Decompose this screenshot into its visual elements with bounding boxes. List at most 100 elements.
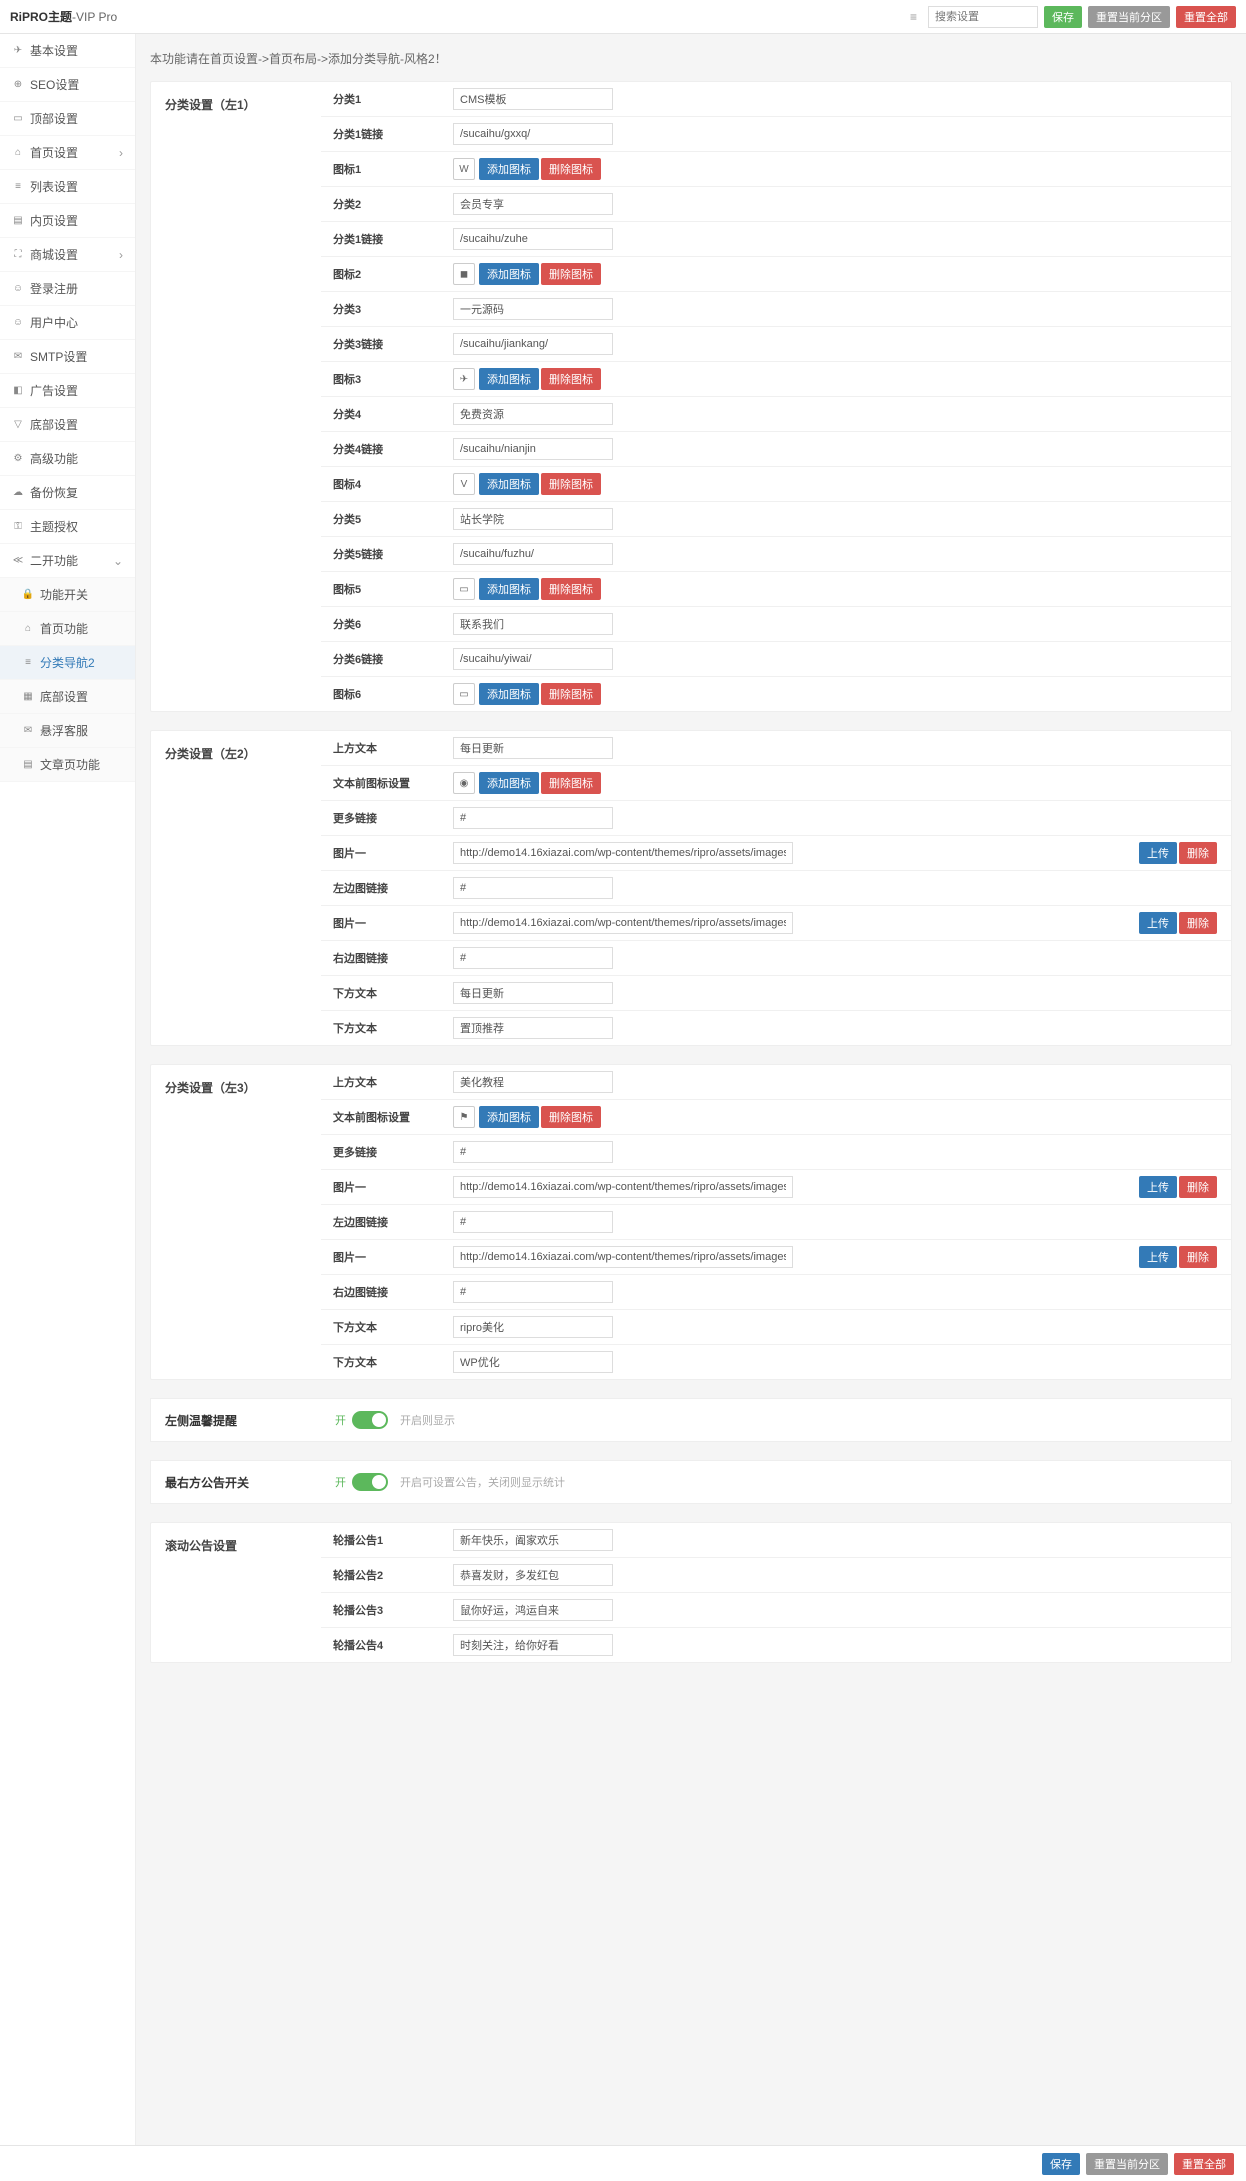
reset-section-button[interactable]: 重置当前分区 bbox=[1088, 6, 1170, 28]
upload-button[interactable]: 上传 bbox=[1139, 842, 1177, 864]
reset-all-button[interactable]: 重置全部 bbox=[1176, 6, 1236, 28]
sidebar-item[interactable]: ⚿主题授权 bbox=[0, 510, 135, 544]
save-button[interactable]: 保存 bbox=[1044, 6, 1082, 28]
text-input[interactable] bbox=[453, 543, 613, 565]
add-icon-button[interactable]: 添加图标 bbox=[479, 683, 539, 705]
add-icon-button[interactable]: 添加图标 bbox=[479, 473, 539, 495]
form-row: 左边图链接 bbox=[321, 1204, 1231, 1239]
mail-icon: ✉ bbox=[12, 351, 24, 363]
text-input[interactable] bbox=[453, 333, 613, 355]
image-url-input[interactable] bbox=[453, 842, 793, 864]
text-input[interactable] bbox=[453, 807, 613, 829]
sidebar-item[interactable]: ▭顶部设置 bbox=[0, 102, 135, 136]
sidebar-item[interactable]: ☺用户中心 bbox=[0, 306, 135, 340]
del-icon-button[interactable]: 删除图标 bbox=[541, 683, 601, 705]
code-icon: ≪ bbox=[12, 555, 24, 567]
text-input[interactable] bbox=[453, 648, 613, 670]
reset-all-button[interactable]: 重置全部 bbox=[1174, 2153, 1234, 2175]
upload-button[interactable]: 上传 bbox=[1139, 1176, 1177, 1198]
sidebar-item[interactable]: ⛶商城设置› bbox=[0, 238, 135, 272]
text-input[interactable] bbox=[453, 1141, 613, 1163]
remove-button[interactable]: 删除 bbox=[1179, 1246, 1217, 1268]
text-input[interactable] bbox=[453, 88, 613, 110]
text-input[interactable] bbox=[453, 1599, 613, 1621]
sidebar-item[interactable]: ▽底部设置 bbox=[0, 408, 135, 442]
text-input[interactable] bbox=[453, 1351, 613, 1373]
del-icon-button[interactable]: 删除图标 bbox=[541, 1106, 601, 1128]
toggle-label: 左侧温馨提醒 bbox=[165, 1412, 335, 1429]
sidebar-subitem[interactable]: ▤文章页功能 bbox=[0, 748, 135, 782]
sidebar-item[interactable]: ✈基本设置 bbox=[0, 34, 135, 68]
image-url-input[interactable] bbox=[453, 1246, 793, 1268]
reset-section-button[interactable]: 重置当前分区 bbox=[1086, 2153, 1168, 2175]
del-icon-button[interactable]: 删除图标 bbox=[541, 263, 601, 285]
add-icon-button[interactable]: 添加图标 bbox=[479, 1106, 539, 1128]
text-input[interactable] bbox=[453, 508, 613, 530]
toggle-switch[interactable] bbox=[352, 1411, 388, 1429]
sidebar-item[interactable]: ≡列表设置 bbox=[0, 170, 135, 204]
text-input[interactable] bbox=[453, 947, 613, 969]
text-input[interactable] bbox=[453, 193, 613, 215]
add-icon-button[interactable]: 添加图标 bbox=[479, 158, 539, 180]
del-icon-button[interactable]: 删除图标 bbox=[541, 578, 601, 600]
text-input[interactable] bbox=[453, 1564, 613, 1586]
text-input[interactable] bbox=[453, 1529, 613, 1551]
field-label: 分类1链接 bbox=[333, 126, 453, 142]
image-url-input[interactable] bbox=[453, 1176, 793, 1198]
remove-button[interactable]: 删除 bbox=[1179, 912, 1217, 934]
del-icon-button[interactable]: 删除图标 bbox=[541, 368, 601, 390]
sidebar-item[interactable]: ⌂首页设置› bbox=[0, 136, 135, 170]
del-icon-button[interactable]: 删除图标 bbox=[541, 158, 601, 180]
sidebar-item[interactable]: ☺登录注册 bbox=[0, 272, 135, 306]
field-label: 图标5 bbox=[333, 581, 453, 597]
sidebar-item[interactable]: ≪二开功能⌄ bbox=[0, 544, 135, 578]
text-input[interactable] bbox=[453, 123, 613, 145]
sidebar-item[interactable]: ⚙高级功能 bbox=[0, 442, 135, 476]
del-icon-button[interactable]: 删除图标 bbox=[541, 473, 601, 495]
search-input[interactable] bbox=[928, 6, 1038, 28]
text-input[interactable] bbox=[453, 228, 613, 250]
sidebar-item[interactable]: ☁备份恢复 bbox=[0, 476, 135, 510]
text-input[interactable] bbox=[453, 403, 613, 425]
sidebar-item[interactable]: ⊕SEO设置 bbox=[0, 68, 135, 102]
text-input[interactable] bbox=[453, 1281, 613, 1303]
add-icon-button[interactable]: 添加图标 bbox=[479, 772, 539, 794]
sidebar-subitem[interactable]: ⌂首页功能 bbox=[0, 612, 135, 646]
text-input[interactable] bbox=[453, 982, 613, 1004]
add-icon-button[interactable]: 添加图标 bbox=[479, 368, 539, 390]
remove-button[interactable]: 删除 bbox=[1179, 1176, 1217, 1198]
sidebar-subitem[interactable]: 🔒功能开关 bbox=[0, 578, 135, 612]
add-icon-button[interactable]: 添加图标 bbox=[479, 578, 539, 600]
text-input[interactable] bbox=[453, 613, 613, 635]
menu-icon[interactable]: ≡ bbox=[910, 10, 922, 24]
field-label: 分类6 bbox=[333, 616, 453, 632]
text-input[interactable] bbox=[453, 1634, 613, 1656]
text-input[interactable] bbox=[453, 438, 613, 460]
text-input[interactable] bbox=[453, 1071, 613, 1093]
toggle-switch[interactable] bbox=[352, 1473, 388, 1491]
text-input[interactable] bbox=[453, 737, 613, 759]
text-input[interactable] bbox=[453, 1211, 613, 1233]
text-input[interactable] bbox=[453, 877, 613, 899]
text-input[interactable] bbox=[453, 1017, 613, 1039]
form-row: 图标1W添加图标删除图标 bbox=[321, 151, 1231, 186]
toggle-notice: 最右方公告开关 开 开启可设置公告，关闭则显示统计 bbox=[150, 1460, 1232, 1504]
sidebar-item[interactable]: ◧广告设置 bbox=[0, 374, 135, 408]
upload-button[interactable]: 上传 bbox=[1139, 1246, 1177, 1268]
text-input[interactable] bbox=[453, 298, 613, 320]
add-icon-button[interactable]: 添加图标 bbox=[479, 263, 539, 285]
sidebar-subitem[interactable]: ≡分类导航2 bbox=[0, 646, 135, 680]
image-url-input[interactable] bbox=[453, 912, 793, 934]
text-input[interactable] bbox=[453, 1316, 613, 1338]
sidebar-label: 分类导航2 bbox=[40, 654, 95, 671]
del-icon-button[interactable]: 删除图标 bbox=[541, 772, 601, 794]
save-button[interactable]: 保存 bbox=[1042, 2153, 1080, 2175]
sidebar-subitem[interactable]: ✉悬浮客服 bbox=[0, 714, 135, 748]
sidebar-item[interactable]: ✉SMTP设置 bbox=[0, 340, 135, 374]
remove-button[interactable]: 删除 bbox=[1179, 842, 1217, 864]
upload-button[interactable]: 上传 bbox=[1139, 912, 1177, 934]
field-label: 分类1链接 bbox=[333, 231, 453, 247]
sidebar-item[interactable]: ▤内页设置 bbox=[0, 204, 135, 238]
sidebar-subitem[interactable]: ▦底部设置 bbox=[0, 680, 135, 714]
sidebar-label: 高级功能 bbox=[30, 450, 78, 467]
